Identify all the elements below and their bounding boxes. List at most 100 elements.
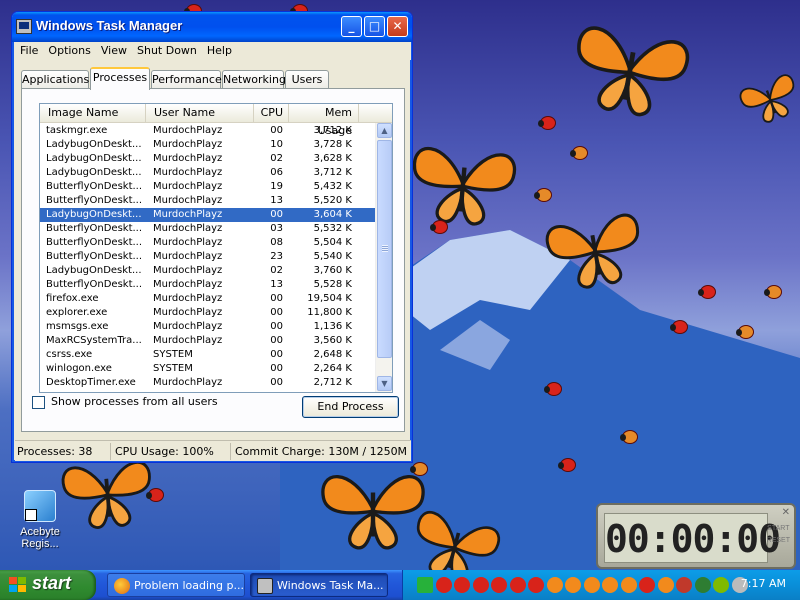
process-row[interactable]: winlogon.exe SYSTEM 00 2,264 K bbox=[40, 362, 376, 376]
column-user-name[interactable]: User Name bbox=[146, 104, 254, 122]
tray-icon[interactable] bbox=[657, 577, 674, 593]
process-mem-usage: 5,532 K bbox=[313, 223, 352, 234]
process-user-name: MurdochPlayz bbox=[153, 265, 223, 276]
process-row[interactable]: firefox.exe MurdochPlayz 00 19,504 K bbox=[40, 292, 376, 306]
process-row[interactable]: MaxRCSystemTra... MurdochPlayz 00 3,560 K bbox=[40, 334, 376, 348]
tray-icon[interactable] bbox=[676, 577, 692, 593]
tray-icon[interactable] bbox=[546, 577, 563, 593]
tray-icon[interactable] bbox=[528, 577, 544, 593]
list-header: Image Name User Name CPU Mem Usage bbox=[40, 104, 392, 137]
process-image-name: msmsgs.exe bbox=[46, 321, 109, 332]
vertical-scrollbar[interactable]: ▲ ▼ bbox=[375, 123, 392, 392]
taskbar-button-task-manager[interactable]: Windows Task Ma... bbox=[250, 573, 388, 597]
process-image-name: LadybugOnDeskt... bbox=[46, 167, 142, 178]
process-list[interactable]: Image Name User Name CPU Mem Usage taskm… bbox=[39, 103, 393, 393]
process-row[interactable]: LadybugOnDeskt... MurdochPlayz 00 3,604 K bbox=[40, 208, 376, 222]
process-user-name: MurdochPlayz bbox=[153, 321, 223, 332]
process-row[interactable]: ButterflyOnDeskt... MurdochPlayz 13 5,528 K bbox=[40, 278, 376, 292]
show-all-processes-label: Show processes from all users bbox=[51, 395, 218, 408]
maximize-button[interactable]: □ bbox=[364, 16, 385, 37]
process-cpu: 00 bbox=[270, 349, 283, 360]
menu-file[interactable]: File bbox=[15, 42, 43, 59]
status-commit-charge: Commit Charge: 130M / 1250M bbox=[235, 445, 408, 458]
tray-icon[interactable] bbox=[639, 577, 655, 593]
process-image-name: ButterflyOnDeskt... bbox=[46, 279, 143, 290]
end-process-button[interactable]: End Process bbox=[302, 396, 399, 418]
close-button[interactable]: ✕ bbox=[387, 16, 408, 37]
process-cpu: 00 bbox=[270, 335, 283, 346]
process-row[interactable]: taskmgr.exe MurdochPlayz 00 3,712 K bbox=[40, 124, 376, 138]
process-row[interactable]: LadybugOnDeskt... MurdochPlayz 02 3,628 K bbox=[40, 152, 376, 166]
show-all-processes-checkbox[interactable] bbox=[32, 396, 45, 409]
scroll-thumb[interactable] bbox=[377, 140, 392, 358]
tab-networking[interactable]: Networking bbox=[222, 70, 286, 89]
process-row[interactable]: explorer.exe MurdochPlayz 00 11,800 K bbox=[40, 306, 376, 320]
process-row[interactable]: DesktopTimer.exe MurdochPlayz 00 2,712 K bbox=[40, 376, 376, 390]
process-row[interactable]: ButterflyOnDeskt... MurdochPlayz 23 5,540 K bbox=[40, 250, 376, 264]
process-image-name: firefox.exe bbox=[46, 293, 99, 304]
process-row[interactable]: ButterflyOnDeskt... MurdochPlayz 03 5,532 K bbox=[40, 222, 376, 236]
process-user-name: MurdochPlayz bbox=[153, 279, 223, 290]
ladybug-icon bbox=[410, 462, 428, 476]
process-row[interactable]: LadybugOnDeskt... MurdochPlayz 06 3,712 K bbox=[40, 166, 376, 180]
ladybug-icon bbox=[764, 285, 782, 299]
menu-help[interactable]: Help bbox=[202, 42, 237, 59]
timer-reset-button[interactable]: RESET bbox=[767, 535, 790, 547]
tray-icon[interactable] bbox=[620, 577, 637, 593]
process-row[interactable]: ButterflyOnDeskt... MurdochPlayz 08 5,504 K bbox=[40, 236, 376, 250]
tray-icon[interactable] bbox=[491, 577, 507, 593]
process-image-name: taskmgr.exe bbox=[46, 125, 108, 136]
scroll-down-button[interactable]: ▼ bbox=[377, 376, 392, 391]
scroll-up-button[interactable]: ▲ bbox=[377, 123, 392, 138]
tray-icon[interactable] bbox=[713, 577, 729, 593]
process-row[interactable]: LadybugOnDeskt... MurdochPlayz 10 3,728 K bbox=[40, 138, 376, 152]
task-manager-icon bbox=[257, 578, 273, 594]
clock[interactable]: 7:17 AM bbox=[741, 577, 786, 590]
minimize-button[interactable]: _ bbox=[341, 16, 362, 37]
column-image-name[interactable]: Image Name bbox=[40, 104, 146, 122]
process-mem-usage: 3,628 K bbox=[313, 153, 352, 164]
tray-icon[interactable] bbox=[472, 577, 489, 593]
process-cpu: 13 bbox=[270, 195, 283, 206]
timer-start-button[interactable]: START bbox=[767, 523, 790, 535]
tab-users[interactable]: Users bbox=[285, 70, 329, 89]
process-cpu: 00 bbox=[270, 307, 283, 318]
process-user-name: MurdochPlayz bbox=[153, 377, 223, 388]
menu-view[interactable]: View bbox=[96, 42, 132, 59]
process-row[interactable]: ButterflyOnDeskt... MurdochPlayz 19 5,432 K bbox=[40, 180, 376, 194]
tray-icon[interactable] bbox=[602, 577, 618, 593]
system-tray: 7:17 AM bbox=[402, 570, 800, 600]
process-cpu: 13 bbox=[270, 279, 283, 290]
tray-icon[interactable] bbox=[565, 577, 581, 593]
taskbar-button-firefox[interactable]: Problem loading p... bbox=[107, 573, 245, 597]
process-row[interactable]: msmsgs.exe MurdochPlayz 00 1,136 K bbox=[40, 320, 376, 334]
start-button[interactable]: start bbox=[0, 570, 96, 600]
process-row[interactable]: LadybugOnDeskt... MurdochPlayz 02 3,760 K bbox=[40, 264, 376, 278]
ladybug-icon bbox=[570, 146, 588, 160]
tray-icon[interactable] bbox=[694, 577, 711, 593]
tray-icon[interactable] bbox=[435, 577, 452, 593]
process-mem-usage: 5,520 K bbox=[313, 195, 352, 206]
desktop-icon-acebyte[interactable]: Acebyte Regis... bbox=[12, 490, 68, 550]
tab-performance[interactable]: Performance bbox=[151, 70, 222, 89]
tray-icon[interactable] bbox=[454, 577, 470, 593]
timer-close-icon[interactable]: ✕ bbox=[782, 507, 790, 518]
process-row[interactable]: ButterflyOnDeskt... MurdochPlayz 13 5,520 K bbox=[40, 194, 376, 208]
column-cpu[interactable]: CPU bbox=[254, 104, 289, 122]
menu-shut-down[interactable]: Shut Down bbox=[132, 42, 202, 59]
column-mem-usage[interactable]: Mem Usage bbox=[289, 104, 359, 137]
process-row[interactable]: csrss.exe SYSTEM 00 2,648 K bbox=[40, 348, 376, 362]
tab-applications[interactable]: Applications bbox=[21, 70, 89, 89]
ladybug-icon bbox=[534, 188, 552, 202]
menu-options[interactable]: Options bbox=[43, 42, 95, 59]
desktop-timer-widget[interactable]: ✕ 00:00:00 START RESET bbox=[596, 503, 796, 569]
process-rows: taskmgr.exe MurdochPlayz 00 3,712 K LadybugO… bbox=[40, 124, 376, 390]
taskbar-button-label: Problem loading p... bbox=[134, 579, 244, 592]
tray-icon[interactable] bbox=[417, 577, 433, 593]
tray-icon[interactable] bbox=[583, 577, 600, 593]
process-user-name: MurdochPlayz bbox=[153, 153, 223, 164]
process-image-name: MaxRCSystemTra... bbox=[46, 335, 142, 346]
tab-processes[interactable]: Processes bbox=[90, 67, 150, 90]
title-bar[interactable]: Windows Task Manager _ □ ✕ bbox=[12, 12, 412, 42]
tray-icon[interactable] bbox=[509, 577, 526, 593]
